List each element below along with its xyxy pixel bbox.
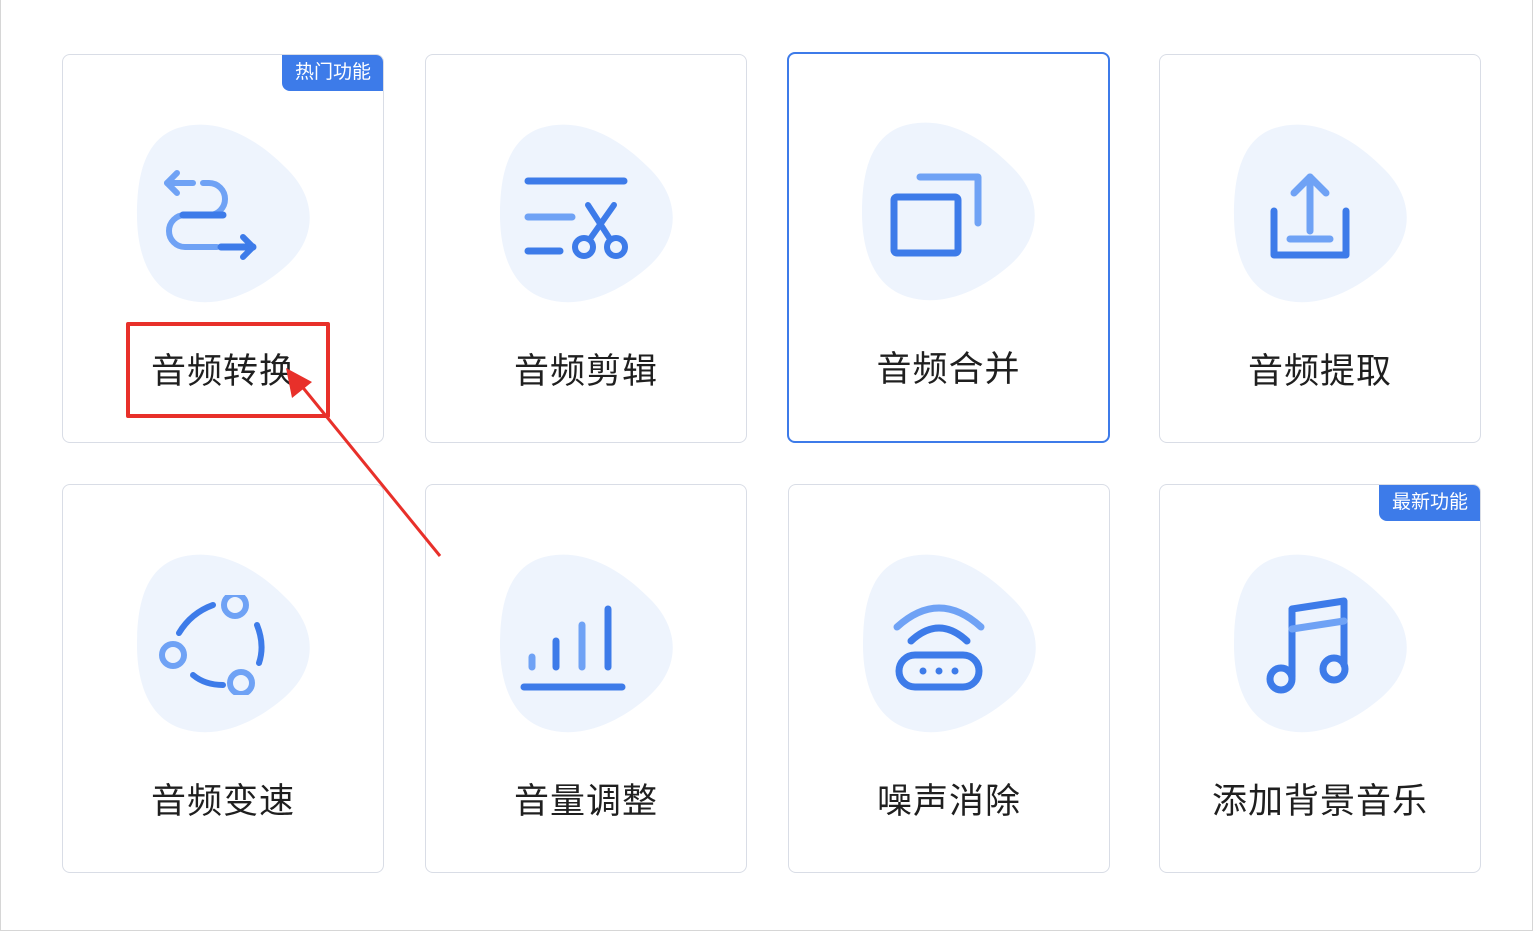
- convert-arrows-icon: [164, 170, 257, 260]
- feature-card-audio-speed[interactable]: 音频变速: [62, 484, 384, 873]
- feature-label: 添加背景音乐: [1211, 782, 1428, 822]
- export-upload-icon: [1270, 173, 1350, 259]
- merge-windows-icon: [890, 173, 982, 257]
- feature-card-add-background-music[interactable]: 添加背景音乐 最新功能: [1159, 484, 1481, 873]
- volume-bars-icon: [520, 605, 626, 691]
- feature-label: 噪声消除: [876, 782, 1021, 822]
- feature-card-noise-removal[interactable]: 噪声消除: [788, 484, 1110, 873]
- feature-label: 音量调整: [513, 782, 658, 822]
- noise-router-icon: [893, 604, 985, 691]
- feature-label: 音频变速: [150, 782, 295, 822]
- scissors-icon: [524, 177, 628, 259]
- hot-feature-badge: 热门功能: [281, 55, 383, 91]
- feature-card-audio-edit[interactable]: 音频剪辑: [425, 54, 747, 443]
- cycle-speed-icon: [159, 595, 265, 695]
- feature-card-volume-adjust[interactable]: 音量调整: [425, 484, 747, 873]
- annotation-highlight-box: [126, 322, 330, 418]
- feature-label: 音频剪辑: [513, 352, 658, 392]
- feature-label: 音频合并: [876, 350, 1021, 390]
- feature-card-audio-merge[interactable]: 音频合并: [787, 52, 1110, 443]
- feature-card-audio-extract[interactable]: 音频提取: [1159, 54, 1481, 443]
- feature-label: 音频提取: [1247, 352, 1392, 392]
- music-note-icon: [1266, 597, 1349, 694]
- new-feature-badge: 最新功能: [1378, 485, 1480, 521]
